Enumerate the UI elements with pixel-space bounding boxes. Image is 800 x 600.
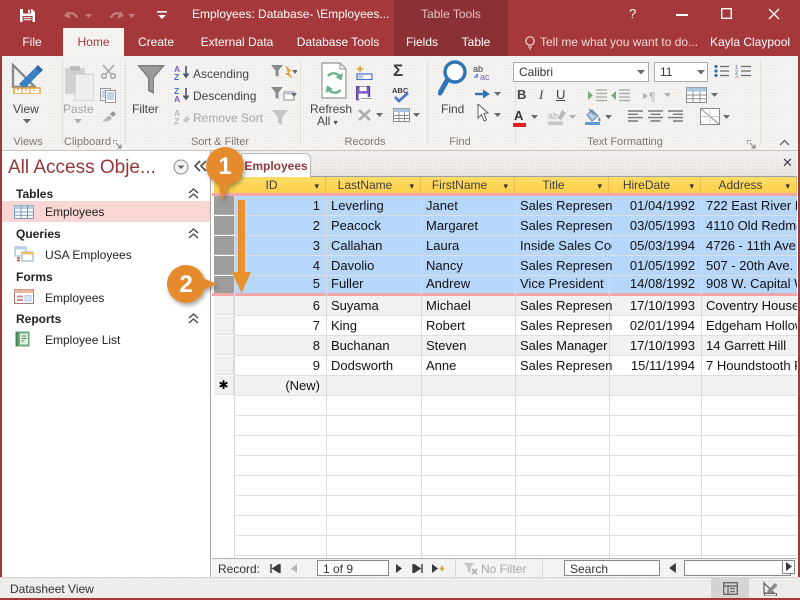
svg-text:A: A bbox=[174, 94, 180, 102]
svg-text:ab: ab bbox=[548, 111, 558, 121]
svg-text:1: 1 bbox=[218, 153, 231, 180]
svg-text:3: 3 bbox=[735, 75, 738, 79]
svg-text:Z: Z bbox=[174, 72, 179, 80]
svg-text:¶: ¶ bbox=[649, 90, 655, 102]
svg-text:2: 2 bbox=[179, 271, 192, 298]
svg-text:ac: ac bbox=[480, 72, 490, 81]
svg-text:Z: Z bbox=[174, 116, 179, 124]
